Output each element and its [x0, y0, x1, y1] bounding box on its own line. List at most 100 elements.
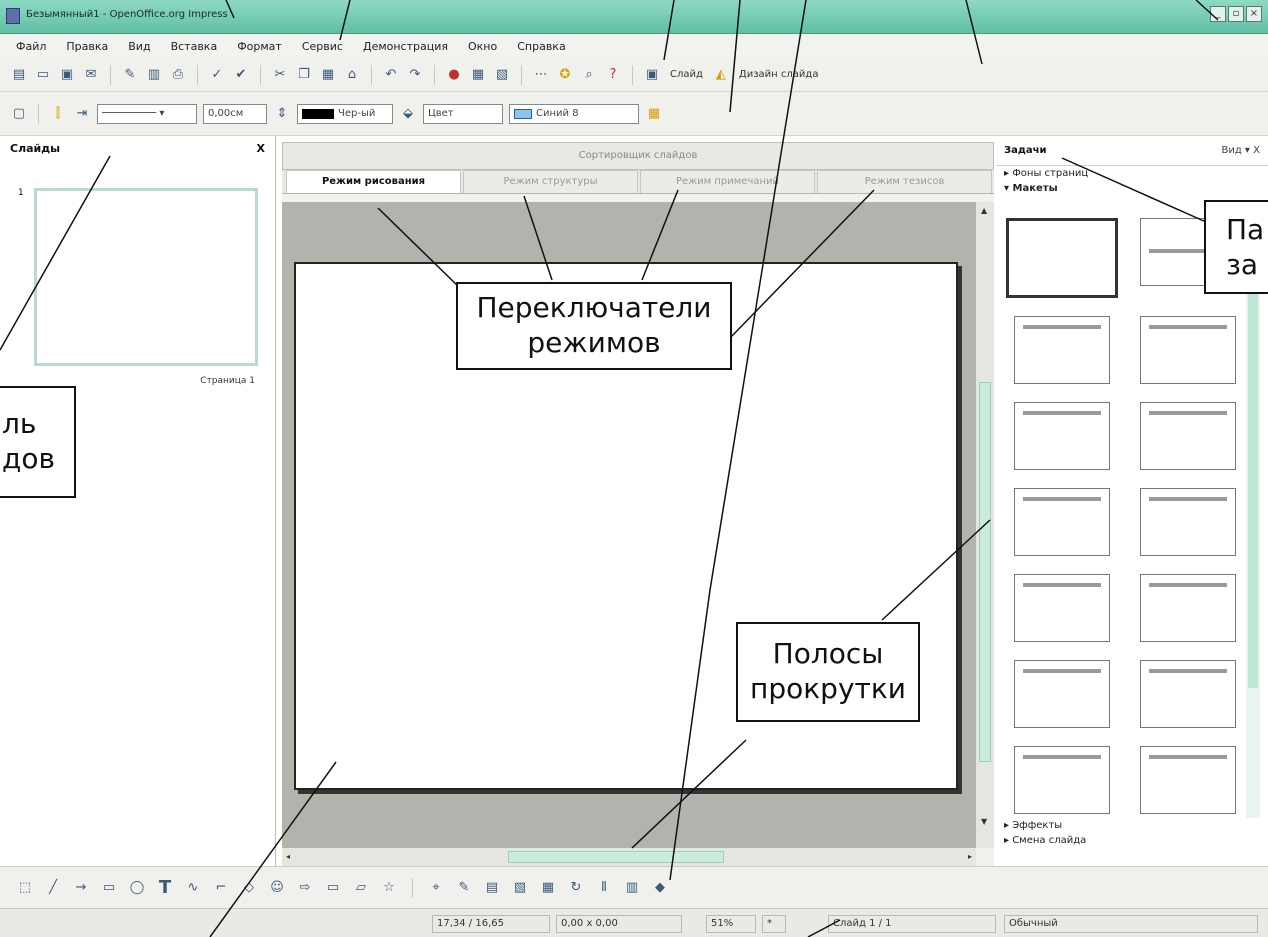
horizontal-scrollbar[interactable]: ◂ ▸ — [282, 848, 976, 866]
select-icon[interactable]: ⬚ — [16, 879, 34, 897]
tab-notes[interactable]: Режим примечаний — [640, 170, 815, 193]
line-icon[interactable]: ⫿ — [49, 105, 67, 123]
area-color-select[interactable]: Синий 8 — [509, 103, 639, 124]
maximize-button[interactable]: ▫ — [1228, 6, 1244, 22]
menu-insert[interactable]: Вставка — [171, 40, 218, 53]
task-pane-scroll-thumb[interactable] — [1248, 268, 1258, 688]
menu-tools[interactable]: Сервис — [302, 40, 343, 53]
edit-file-icon[interactable]: ✎ — [121, 66, 139, 84]
styles-icon[interactable]: ▢ — [10, 105, 28, 123]
show-draw-functions-icon[interactable]: ⋯ — [532, 66, 550, 84]
layout-text-object[interactable] — [1014, 746, 1110, 814]
section-effects[interactable]: ▸ Эффекты — [996, 818, 1268, 833]
scroll-up-icon[interactable]: ▲ — [981, 206, 987, 215]
paste-icon[interactable]: ▦ — [319, 66, 337, 84]
menu-window[interactable]: Окно — [468, 40, 497, 53]
horizontal-scroll-thumb[interactable] — [508, 851, 724, 863]
new-document-icon[interactable]: ▤ — [10, 66, 28, 84]
menu-help[interactable]: Справка — [517, 40, 565, 53]
slide-design-icon[interactable]: ◭ — [712, 66, 730, 84]
arrow-style-icon[interactable]: ⇥ — [73, 105, 91, 123]
close-button[interactable]: × — [1246, 6, 1262, 22]
stars-icon[interactable]: ☆ — [380, 879, 398, 897]
basic-shapes-icon[interactable]: ◇ — [240, 879, 258, 897]
extrusion-icon[interactable]: ◆ — [651, 879, 669, 897]
scroll-right-icon[interactable]: ▸ — [968, 852, 972, 861]
fontwork-icon[interactable]: ▤ — [483, 879, 501, 897]
slide-design-button[interactable]: Дизайн слайда — [736, 69, 822, 80]
rotate-icon[interactable]: ↻ — [567, 879, 585, 897]
layout-title-text[interactable] — [1014, 402, 1110, 470]
layout-chart[interactable] — [1014, 488, 1110, 556]
menu-file[interactable]: Файл — [16, 40, 46, 53]
layout-text-image[interactable] — [1014, 660, 1110, 728]
print-icon[interactable]: ⎙ — [169, 66, 187, 84]
curve-icon[interactable]: ∿ — [184, 879, 202, 897]
redo-icon[interactable]: ↷ — [406, 66, 424, 84]
glue-points-icon[interactable]: ✎ — [455, 879, 473, 897]
area-icon[interactable]: ⬙ — [399, 105, 417, 123]
line-tool-icon[interactable]: ╱ — [44, 879, 62, 897]
spin-icon[interactable]: ⇕ — [273, 105, 291, 123]
new-slide-icon[interactable]: ▣ — [643, 66, 661, 84]
slides-pane-close-button[interactable]: X — [257, 142, 265, 155]
navigator-icon[interactable]: ✪ — [556, 66, 574, 84]
table-icon[interactable]: ▦ — [469, 66, 487, 84]
tab-normal[interactable]: Режим рисования — [286, 170, 461, 193]
line-width-field[interactable]: 0,00см — [203, 103, 267, 124]
scroll-down-icon[interactable]: ▼ — [981, 817, 987, 826]
email-icon[interactable]: ✉ — [82, 66, 100, 84]
undo-icon[interactable]: ↶ — [382, 66, 400, 84]
menu-slideshow[interactable]: Демонстрация — [363, 40, 448, 53]
tab-outline[interactable]: Режим структуры — [463, 170, 638, 193]
new-slide-button[interactable]: Слайд — [667, 69, 706, 80]
save-icon[interactable]: ▣ — [58, 66, 76, 84]
flowchart-icon[interactable]: ▭ — [324, 879, 342, 897]
spellcheck-icon[interactable]: ✓ — [208, 66, 226, 84]
connector-icon[interactable]: ⌐ — [212, 879, 230, 897]
align-icon[interactable]: ⫴ — [595, 879, 613, 897]
line-color-select[interactable]: Чер-ый — [297, 103, 393, 124]
ellipse-icon[interactable]: ◯ — [128, 879, 146, 897]
points-icon[interactable]: ⌖ — [427, 879, 445, 897]
arrange-icon[interactable]: ▥ — [623, 879, 641, 897]
layout-object-text[interactable] — [1140, 746, 1236, 814]
image-icon[interactable]: ▧ — [493, 66, 511, 84]
text-icon[interactable]: T — [156, 877, 174, 898]
autospell-icon[interactable]: ✔ — [232, 66, 250, 84]
menu-view[interactable]: Вид — [128, 40, 150, 53]
export-pdf-icon[interactable]: ▥ — [145, 66, 163, 84]
area-style-select[interactable]: Цвет — [423, 103, 503, 124]
section-master-pages[interactable]: ▸ Фоны страниц — [996, 166, 1268, 181]
layout-title-content[interactable] — [1014, 316, 1110, 384]
section-slide-transition[interactable]: ▸ Смена слайда — [996, 833, 1268, 848]
layout-text-chart[interactable] — [1140, 574, 1236, 642]
help-icon[interactable]: ? — [604, 66, 622, 84]
menu-format[interactable]: Формат — [237, 40, 282, 53]
status-zoom[interactable]: 51% — [706, 915, 756, 933]
vertical-scrollbar[interactable]: ▲ ▼ — [976, 202, 994, 848]
line-style-select[interactable]: ───────── ▾ — [97, 103, 197, 124]
menu-edit[interactable]: Правка — [66, 40, 108, 53]
rectangle-icon[interactable]: ▭ — [100, 879, 118, 897]
scroll-left-icon[interactable]: ◂ — [286, 852, 290, 861]
open-icon[interactable]: ▭ — [34, 66, 52, 84]
minimize-button[interactable]: _ — [1210, 6, 1226, 22]
vertical-scroll-thumb[interactable] — [979, 382, 991, 762]
task-pane-view-menu[interactable]: Вид ▾ X — [1221, 145, 1260, 156]
tab-handout[interactable]: Режим тезисов — [817, 170, 992, 193]
gallery-icon[interactable]: ▦ — [539, 879, 557, 897]
layout-blank[interactable] — [1006, 218, 1118, 298]
cut-icon[interactable]: ✂ — [271, 66, 289, 84]
tab-slide-sorter[interactable]: Сортировщик слайдов — [282, 142, 994, 170]
chart-icon[interactable]: ● — [445, 66, 463, 84]
format-paintbrush-icon[interactable]: ⌂ — [343, 66, 361, 84]
slide-thumbnail[interactable] — [34, 188, 258, 366]
shadow-icon[interactable]: ▦ — [645, 105, 663, 123]
from-file-icon[interactable]: ▧ — [511, 879, 529, 897]
arrow-line-icon[interactable]: → — [72, 879, 90, 897]
layout-chart-text[interactable] — [1140, 660, 1236, 728]
block-arrows-icon[interactable]: ⇨ — [296, 879, 314, 897]
section-layouts[interactable]: ▾ Макеты — [996, 181, 1268, 196]
symbol-shapes-icon[interactable]: ☺ — [268, 879, 286, 897]
